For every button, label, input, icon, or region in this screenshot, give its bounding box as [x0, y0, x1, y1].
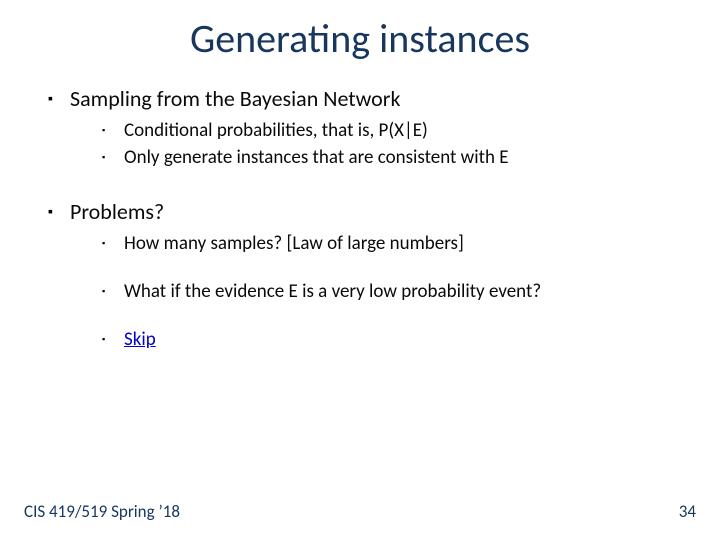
square-bullet-icon: ▪ — [48, 198, 70, 226]
square-bullet-icon: ▪ — [102, 232, 124, 256]
section-heading-text: Sampling from the Bayesian Network — [70, 85, 400, 113]
section-heading: ▪ Problems? — [48, 198, 672, 226]
list-item: ▪ What if the evidence E is a very low p… — [102, 280, 672, 304]
sub-list: ▪ How many samples? [Law of large number… — [48, 232, 672, 352]
square-bullet-icon: ▪ — [102, 119, 124, 143]
list-item: ▪ Skip — [102, 328, 672, 352]
list-item: ▪ How many samples? [Law of large number… — [102, 232, 672, 256]
list-item: ▪ Conditional probabilities, that is, P(… — [102, 119, 672, 143]
section-heading: ▪ Sampling from the Bayesian Network — [48, 85, 672, 113]
list-item-text: How many samples? [Law of large numbers] — [124, 232, 464, 256]
footer-left: CIS 419/519 Spring ’18 — [24, 501, 180, 522]
square-bullet-icon: ▪ — [48, 85, 70, 113]
sub-list: ▪ Conditional probabilities, that is, P(… — [48, 119, 672, 170]
square-bullet-icon: ▪ — [102, 328, 124, 352]
skip-link[interactable]: Skip — [124, 328, 156, 352]
slide-title: Generating instances — [0, 0, 720, 63]
slide-number: 34 — [679, 501, 696, 522]
section-heading-text: Problems? — [70, 198, 164, 226]
list-item: ▪ Only generate instances that are consi… — [102, 146, 672, 170]
list-item-text: What if the evidence E is a very low pro… — [124, 280, 541, 304]
slide-body: ▪ Sampling from the Bayesian Network ▪ C… — [0, 63, 720, 352]
slide: Generating instances ▪ Sampling from the… — [0, 0, 720, 540]
square-bullet-icon: ▪ — [102, 280, 124, 304]
list-item-text: Conditional probabilities, that is, P(X|… — [124, 119, 428, 143]
square-bullet-icon: ▪ — [102, 146, 124, 170]
list-item-text: Only generate instances that are consist… — [124, 146, 509, 170]
